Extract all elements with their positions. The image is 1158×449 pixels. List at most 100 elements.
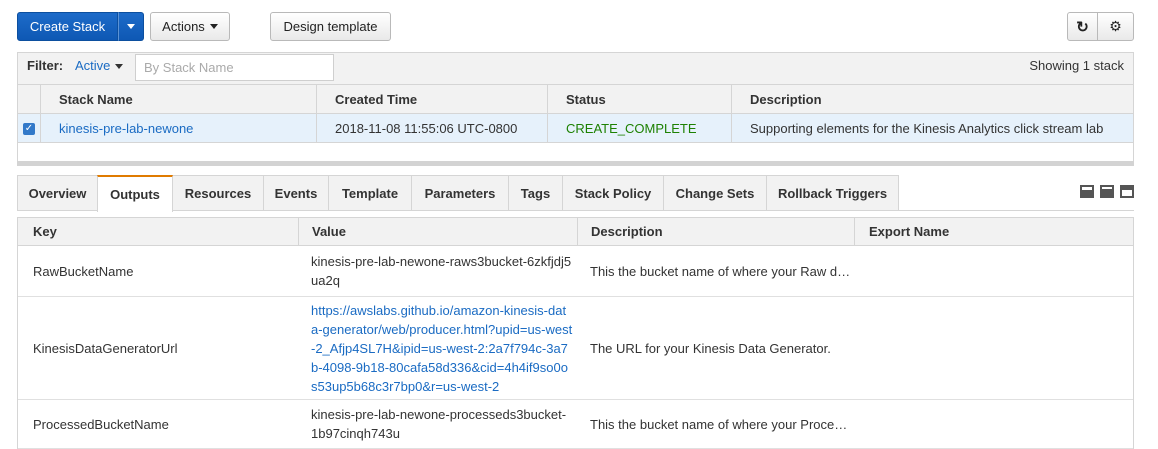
column-header-status[interactable]: Status (547, 85, 731, 113)
output-value-cell: https://awslabs.github.io/amazon-kinesis… (311, 297, 573, 399)
column-label: Value (312, 224, 346, 239)
output-export-cell (868, 297, 1130, 399)
tab-label: Template (341, 185, 399, 201)
tab-resources[interactable]: Resources (172, 175, 264, 210)
settings-button[interactable]: ⚙ (1097, 12, 1134, 41)
created-time-value: 2018-11-08 11:55:06 UTC-0800 (335, 120, 518, 136)
tab-label: Overview (28, 185, 87, 201)
column-header-description[interactable]: Description (731, 85, 1133, 113)
column-label: Description (750, 91, 822, 107)
layout-toggle-group (1080, 185, 1134, 198)
filter-status-label: Active (75, 58, 111, 73)
create-stack-dropdown-button[interactable] (118, 12, 144, 41)
output-export-cell (868, 246, 1130, 296)
output-description-cell: The URL for your Kinesis Data Generator. (590, 297, 852, 399)
caret-down-icon (127, 24, 135, 29)
output-value-link[interactable]: https://awslabs.github.io/amazon-kinesis… (311, 301, 573, 396)
table-row: RawBucketName kinesis-pre-lab-newone-raw… (18, 246, 1133, 297)
column-header-export-name[interactable]: Export Name (854, 218, 1133, 245)
caret-down-icon (209, 24, 218, 29)
output-key: KinesisDataGeneratorUrl (33, 340, 178, 356)
tab-label: Parameters (424, 185, 496, 201)
column-label: Status (566, 91, 606, 107)
tab-stack-policy[interactable]: Stack Policy (562, 175, 664, 210)
refresh-icon: ↻ (1076, 18, 1089, 36)
tab-outputs[interactable]: Outputs (97, 175, 173, 212)
tab-parameters[interactable]: Parameters (411, 175, 509, 210)
column-header-key[interactable]: Key (18, 218, 299, 245)
output-value: kinesis-pre-lab-newone-raws3bucket-6zkfj… (311, 254, 572, 288)
stack-table-header: Stack Name Created Time Status Descripti… (18, 85, 1133, 114)
tab-tags[interactable]: Tags (508, 175, 563, 210)
filter-label: Filter: (27, 58, 64, 73)
output-value: kinesis-pre-lab-newone-processeds3bucket… (311, 407, 567, 441)
output-description-cell: This the bucket name of where your Proce… (590, 400, 852, 448)
description-value: Supporting elements for the Kinesis Anal… (750, 120, 1104, 136)
design-template-label: Design template (283, 19, 378, 34)
output-key: RawBucketName (33, 263, 134, 279)
stack-name-search-input[interactable] (135, 54, 334, 81)
tab-rollback-triggers[interactable]: Rollback Triggers (766, 175, 899, 210)
create-stack-label: Create Stack (29, 19, 106, 34)
tab-change-sets[interactable]: Change Sets (663, 175, 767, 210)
description-cell: Supporting elements for the Kinesis Anal… (731, 114, 1133, 142)
stack-name-link[interactable]: kinesis-pre-lab-newone (59, 121, 193, 136)
gear-icon: ⚙ (1109, 18, 1122, 34)
tab-label: Change Sets (675, 185, 755, 201)
layout-bottom-icon[interactable] (1080, 185, 1094, 198)
column-label: Stack Name (59, 91, 133, 107)
status-cell: CREATE_COMPLETE (547, 114, 731, 142)
actions-button[interactable]: Actions (150, 12, 230, 41)
tab-label: Tags (520, 185, 551, 201)
tab-label: Events (274, 185, 318, 201)
outputs-table: Key Value Description Export Name RawBuc… (17, 217, 1134, 449)
tab-label: Resources (184, 185, 252, 201)
tab-label: Rollback Triggers (777, 185, 888, 201)
actions-label: Actions (162, 19, 205, 34)
outputs-table-header: Key Value Description Export Name (18, 218, 1133, 246)
table-row: KinesisDataGeneratorUrl https://awslabs.… (18, 297, 1133, 400)
tab-template[interactable]: Template (328, 175, 412, 210)
row-checkbox[interactable]: ✓ (23, 123, 35, 135)
stack-count-label: Showing 1 stack (1029, 58, 1124, 73)
output-description-cell: This the bucket name of where your Raw d… (590, 246, 852, 296)
detail-tabs: Overview Outputs Resources Events Templa… (17, 175, 1134, 212)
output-key-cell: ProcessedBucketName (33, 400, 293, 448)
tab-overview[interactable]: Overview (17, 175, 98, 210)
panel-resize-divider[interactable] (17, 161, 1134, 166)
output-key: ProcessedBucketName (33, 416, 169, 432)
stack-list-panel: Filter: Active Showing 1 stack Stack Nam… (17, 52, 1134, 163)
output-value-cell: kinesis-pre-lab-newone-processeds3bucket… (311, 400, 573, 448)
created-time-cell: 2018-11-08 11:55:06 UTC-0800 (316, 114, 548, 142)
tab-events[interactable]: Events (263, 175, 329, 210)
table-row[interactable]: ✓ kinesis-pre-lab-newone 2018-11-08 11:5… (18, 114, 1133, 143)
output-description: The URL for your Kinesis Data Generator. (590, 340, 831, 356)
output-key-cell: KinesisDataGeneratorUrl (33, 297, 293, 399)
column-header-stack-name[interactable]: Stack Name (40, 85, 318, 113)
refresh-button[interactable]: ↻ (1067, 12, 1098, 41)
output-description: This the bucket name of where your Raw d… (590, 263, 851, 279)
column-header-created-time[interactable]: Created Time (316, 85, 548, 113)
column-header-description[interactable]: Description (577, 218, 855, 245)
output-export-cell (868, 400, 1130, 448)
toolbar: Create Stack Actions Design template ↻ ⚙ (17, 12, 1134, 42)
design-template-button[interactable]: Design template (270, 12, 391, 41)
layout-split-icon[interactable] (1100, 185, 1114, 198)
table-row: ProcessedBucketName kinesis-pre-lab-newo… (18, 400, 1133, 449)
output-key-cell: RawBucketName (33, 246, 293, 296)
column-label: Description (591, 224, 663, 239)
status-badge: CREATE_COMPLETE (566, 120, 697, 136)
filter-status-dropdown[interactable]: Active (75, 58, 124, 73)
column-label: Export Name (869, 224, 950, 239)
output-description: This the bucket name of where your Proce… (590, 416, 848, 432)
column-label: Key (33, 224, 57, 239)
output-value-cell: kinesis-pre-lab-newone-raws3bucket-6zkfj… (311, 246, 573, 296)
column-header-value[interactable]: Value (298, 218, 578, 245)
caret-down-icon (115, 64, 124, 70)
filter-bar: Filter: Active Showing 1 stack (18, 53, 1133, 85)
create-stack-button[interactable]: Create Stack (17, 12, 118, 41)
column-label: Created Time (335, 91, 418, 107)
tab-label: Outputs (110, 187, 160, 202)
check-icon: ✓ (24, 123, 34, 134)
layout-top-icon[interactable] (1120, 185, 1134, 198)
